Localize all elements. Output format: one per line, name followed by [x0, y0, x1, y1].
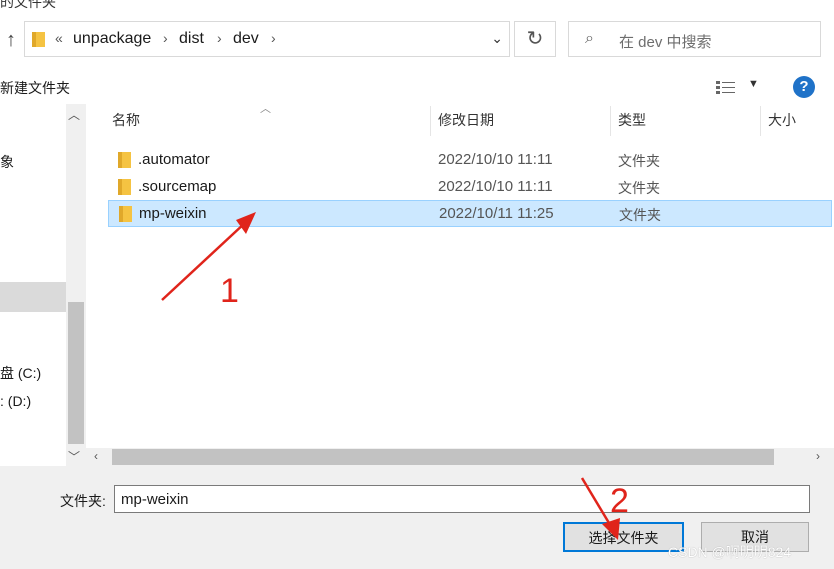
- file-name: mp-weixin: [139, 205, 207, 222]
- address-segment-dev[interactable]: dev: [233, 30, 259, 48]
- address-overflow[interactable]: «: [55, 30, 63, 46]
- file-type: 文件夹: [619, 207, 661, 223]
- file-name: .automator: [138, 151, 210, 168]
- column-divider[interactable]: [610, 106, 611, 136]
- file-type: 文件夹: [618, 180, 660, 196]
- address-segment-unpackage[interactable]: unpackage: [73, 30, 151, 48]
- file-date: 2022/10/11 11:25: [439, 205, 554, 222]
- column-header-date[interactable]: 修改日期: [438, 110, 494, 130]
- refresh-icon: ↻: [526, 28, 544, 50]
- select-folder-button[interactable]: 选择文件夹: [563, 522, 684, 552]
- chevron-right-icon[interactable]: ›: [217, 30, 222, 46]
- annotation-label-1: 1: [220, 272, 239, 310]
- watermark: CSDN @啊明明824: [668, 544, 792, 560]
- folder-icon: [118, 179, 131, 195]
- nav-item-drive-c[interactable]: 盘 (C:): [0, 363, 41, 383]
- nav-item-objects[interactable]: 象: [0, 152, 14, 172]
- up-arrow-icon[interactable]: ↑: [0, 24, 22, 56]
- new-folder-button[interactable]: 新建文件夹: [0, 78, 70, 98]
- file-row[interactable]: .automator 2022/10/10 11:11 文件夹: [108, 147, 832, 174]
- horizontal-scrollbar-thumb[interactable]: [112, 449, 774, 465]
- search-box[interactable]: ⌕ 在 dev 中搜索: [568, 21, 821, 57]
- view-dropdown-icon[interactable]: ▼: [748, 78, 759, 90]
- help-button[interactable]: ?: [793, 76, 815, 98]
- file-row-selected[interactable]: mp-weixin 2022/10/11 11:25 文件夹: [108, 200, 832, 227]
- scroll-left-icon[interactable]: ‹: [94, 449, 98, 463]
- scroll-up-icon[interactable]: ︿: [68, 106, 80, 123]
- view-options-icon[interactable]: [716, 80, 736, 94]
- scroll-right-icon[interactable]: ›: [816, 449, 820, 463]
- file-date: 2022/10/10 11:11: [438, 178, 553, 195]
- file-date: 2022/10/10 11:11: [438, 151, 553, 168]
- nav-scrollbar-thumb[interactable]: [68, 302, 84, 444]
- folder-icon: [118, 152, 131, 168]
- refresh-button[interactable]: ↻: [514, 21, 556, 57]
- column-divider[interactable]: [430, 106, 431, 136]
- file-name: .sourcemap: [138, 178, 217, 195]
- file-row[interactable]: .sourcemap 2022/10/10 11:11 文件夹: [108, 174, 832, 201]
- window-title: 的文件夹: [0, 0, 56, 10]
- chevron-right-icon[interactable]: ›: [163, 30, 168, 46]
- folder-label: 文件夹:: [60, 493, 106, 509]
- folder-name-input[interactable]: [114, 485, 810, 513]
- search-placeholder: 在 dev 中搜索: [619, 34, 712, 51]
- search-icon: ⌕: [585, 30, 594, 47]
- command-bar: 新建文件夹 ▼ ?: [0, 76, 834, 104]
- file-type: 文件夹: [618, 153, 660, 169]
- nav-selection-highlight: [0, 282, 66, 312]
- address-segment-dist[interactable]: dist: [179, 30, 204, 48]
- sort-up-icon: ︿: [260, 103, 271, 115]
- column-header-type[interactable]: 类型: [618, 110, 646, 130]
- column-header-name[interactable]: 名称: [112, 110, 140, 130]
- address-bar[interactable]: « unpackage › dist › dev › ⌄: [24, 21, 510, 57]
- chevron-down-icon[interactable]: ⌄: [491, 30, 503, 47]
- column-header-size[interactable]: 大小: [768, 110, 796, 130]
- column-divider[interactable]: [760, 106, 761, 136]
- nav-item-drive-d[interactable]: : (D:): [0, 393, 31, 409]
- chevron-right-icon[interactable]: ›: [271, 30, 276, 46]
- scroll-down-icon[interactable]: ﹀: [68, 448, 80, 465]
- folder-icon: [119, 206, 132, 222]
- annotation-label-2: 2: [610, 482, 629, 520]
- folder-icon: [32, 32, 45, 47]
